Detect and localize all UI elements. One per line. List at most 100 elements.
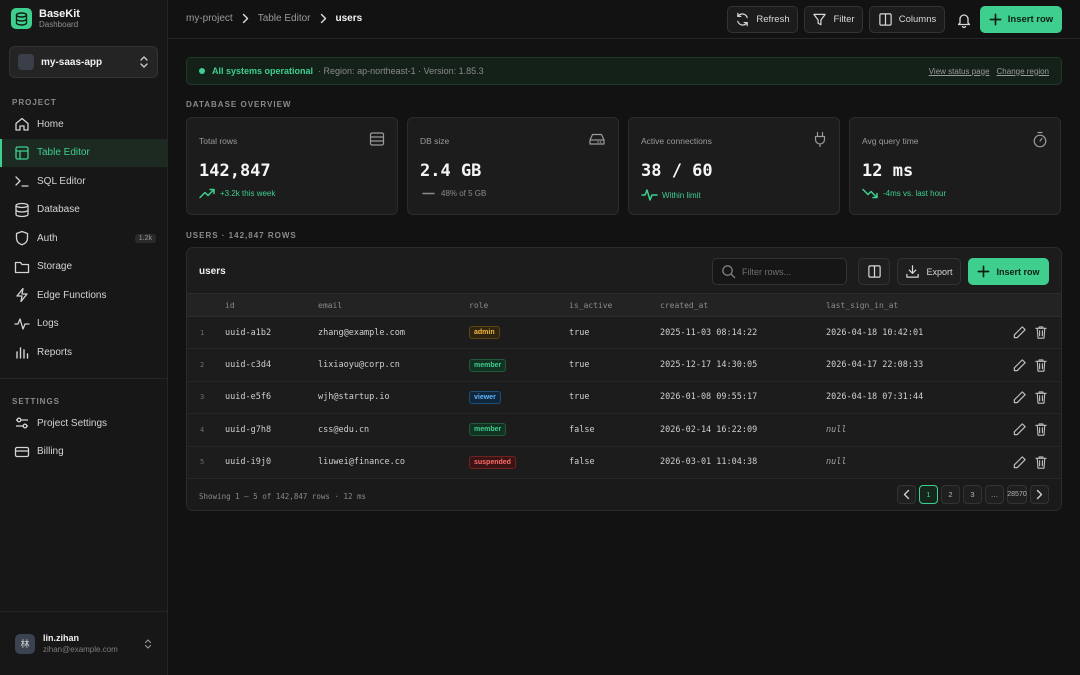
sidebar-item-table-editor[interactable]: Table Editor [0, 138, 167, 167]
table-heading: USERS · 142,847 ROWS [186, 231, 297, 240]
sidebar-item-auth[interactable]: Auth 1.2k [0, 224, 167, 253]
trash-icon[interactable] [1032, 389, 1049, 406]
page-button-last[interactable]: 28570 [1007, 485, 1027, 504]
page-button-1[interactable]: 1 [919, 485, 938, 504]
cell-is-active[interactable]: true [569, 381, 660, 413]
trash-icon[interactable] [1032, 421, 1049, 438]
filter-button[interactable]: Filter [804, 6, 863, 33]
breadcrumb-project[interactable]: my-project [186, 13, 233, 24]
refresh-button[interactable]: Refresh [727, 6, 798, 33]
status-dot [199, 68, 205, 74]
breadcrumb-section[interactable]: Table Editor [258, 13, 311, 24]
table-row[interactable]: 5 uuid-i9j0 liuwei@finance.co suspended … [187, 446, 1061, 479]
table-row[interactable]: 3 uuid-e5f6 wjh@startup.io viewer true 2… [187, 381, 1061, 414]
cell-is-active[interactable]: false [569, 414, 660, 446]
column-header-created-at[interactable]: created_at [660, 294, 826, 317]
edit-icon[interactable] [1011, 421, 1028, 438]
cell-last-sign-in[interactable]: null [826, 414, 996, 446]
column-header-id[interactable]: id [225, 294, 318, 317]
table-icon [13, 144, 31, 162]
cell-email[interactable]: lixiaoyu@corp.cn [318, 349, 469, 381]
sidebar-item-label: Logs [37, 318, 59, 330]
cell-id[interactable]: uuid-a1b2 [225, 317, 318, 349]
export-button[interactable]: Export [897, 258, 961, 285]
edit-icon[interactable] [1011, 324, 1028, 341]
cell-last-sign-in[interactable]: 2026-04-18 07:31:44 [826, 381, 996, 413]
cell-email[interactable]: css@edu.cn [318, 414, 469, 446]
sidebar-item-edge-functions[interactable]: Edge Functions [0, 281, 167, 310]
chevron-left-icon [903, 489, 910, 500]
column-header-role[interactable]: role [469, 294, 569, 317]
insert-row-button[interactable]: Insert row [980, 6, 1062, 33]
brand[interactable]: BaseKit Dashboard [11, 8, 80, 29]
sidebar-item-database[interactable]: Database [0, 196, 167, 225]
project-switcher[interactable]: my-saas-app [9, 46, 158, 78]
role-badge: suspended [469, 455, 516, 469]
cell-created-at[interactable]: 2025-11-03 08:14:22 [660, 317, 826, 349]
cell-id[interactable]: uuid-e5f6 [225, 381, 318, 413]
credit-card-icon [13, 443, 31, 461]
change-region-link[interactable]: Change region [997, 67, 1049, 76]
table-insert-row-button[interactable]: Insert row [968, 258, 1049, 285]
cell-id[interactable]: uuid-i9j0 [225, 446, 318, 478]
sidebar-item-home[interactable]: Home [0, 110, 167, 139]
table-row[interactable]: 1 uuid-a1b2 zhang@example.com admin true… [187, 317, 1061, 349]
sidebar-item-project-settings[interactable]: Project Settings [0, 409, 167, 438]
notifications-button[interactable] [950, 6, 977, 33]
cell-email[interactable]: zhang@example.com [318, 317, 469, 349]
trash-icon[interactable] [1032, 357, 1049, 374]
card-sub: +3.2k this week [220, 189, 276, 198]
edit-icon[interactable] [1011, 357, 1028, 374]
sidebar-item-reports[interactable]: Reports [0, 338, 167, 367]
sidebar-item-logs[interactable]: Logs [0, 310, 167, 339]
table-row[interactable]: 2 uuid-c3d4 lixiaoyu@corp.cn member true… [187, 349, 1061, 382]
row-number: 1 [200, 328, 205, 337]
cell-email[interactable]: liuwei@finance.co [318, 446, 469, 478]
cell-created-at[interactable]: 2026-02-14 16:22:09 [660, 414, 826, 446]
page-button-2[interactable]: 2 [941, 485, 960, 504]
sidebar-item-sql-editor[interactable]: SQL Editor [0, 167, 167, 196]
column-header-email[interactable]: email [318, 294, 469, 317]
edit-icon[interactable] [1011, 389, 1028, 406]
chevron-right-icon [1036, 489, 1043, 500]
edit-icon[interactable] [1011, 454, 1028, 471]
table-header-row: id email role is_active created_at last_… [187, 293, 1061, 317]
user-name: lin.zihan [43, 633, 79, 643]
page-button-3[interactable]: 3 [963, 485, 982, 504]
cell-is-active[interactable]: false [569, 446, 660, 478]
cell-is-active[interactable]: true [569, 349, 660, 381]
search-icon [721, 264, 736, 279]
columns-button[interactable]: Columns [869, 6, 945, 33]
sidebar-item-storage[interactable]: Storage [0, 253, 167, 282]
trash-icon[interactable] [1032, 454, 1049, 471]
cell-created-at[interactable]: 2026-03-01 11:04:38 [660, 446, 826, 478]
cell-created-at[interactable]: 2026-01-08 09:55:17 [660, 381, 826, 413]
table-row[interactable]: 4 uuid-g7h8 css@edu.cn member false 2026… [187, 414, 1061, 447]
plug-icon [813, 131, 827, 147]
toggle-columns-button[interactable] [858, 258, 890, 285]
sidebar-item-billing[interactable]: Billing [0, 438, 167, 467]
topbar: my-project Table Editor users Refresh Fi… [168, 0, 1080, 39]
cell-is-active[interactable]: true [569, 317, 660, 349]
filter-icon [812, 12, 827, 27]
column-header-last-sign-in[interactable]: last_sign_in_at [826, 294, 996, 317]
cell-last-sign-in[interactable]: null [826, 446, 996, 478]
trash-icon[interactable] [1032, 324, 1049, 341]
prev-page-button[interactable] [897, 485, 916, 504]
column-header-is-active[interactable]: is_active [569, 294, 660, 317]
card-sub: -4ms vs. last hour [883, 189, 947, 198]
cell-id[interactable]: uuid-c3d4 [225, 349, 318, 381]
filter-rows-input[interactable] [742, 266, 837, 277]
user-menu[interactable]: 林 lin.zihan zihan@example.com [0, 611, 167, 675]
cell-last-sign-in[interactable]: 2026-04-18 10:42:01 [826, 317, 996, 349]
status-text: All systems operational [212, 66, 314, 76]
filter-rows-search[interactable] [712, 258, 847, 285]
cell-last-sign-in[interactable]: 2026-04-17 22:08:33 [826, 349, 996, 381]
cell-email[interactable]: wjh@startup.io [318, 381, 469, 413]
terminal-icon [13, 172, 31, 190]
cell-created-at[interactable]: 2025-12-17 14:30:05 [660, 349, 826, 381]
brand-name: BaseKit [39, 8, 80, 20]
cell-id[interactable]: uuid-g7h8 [225, 414, 318, 446]
next-page-button[interactable] [1030, 485, 1049, 504]
view-status-link[interactable]: View status page [929, 67, 990, 76]
